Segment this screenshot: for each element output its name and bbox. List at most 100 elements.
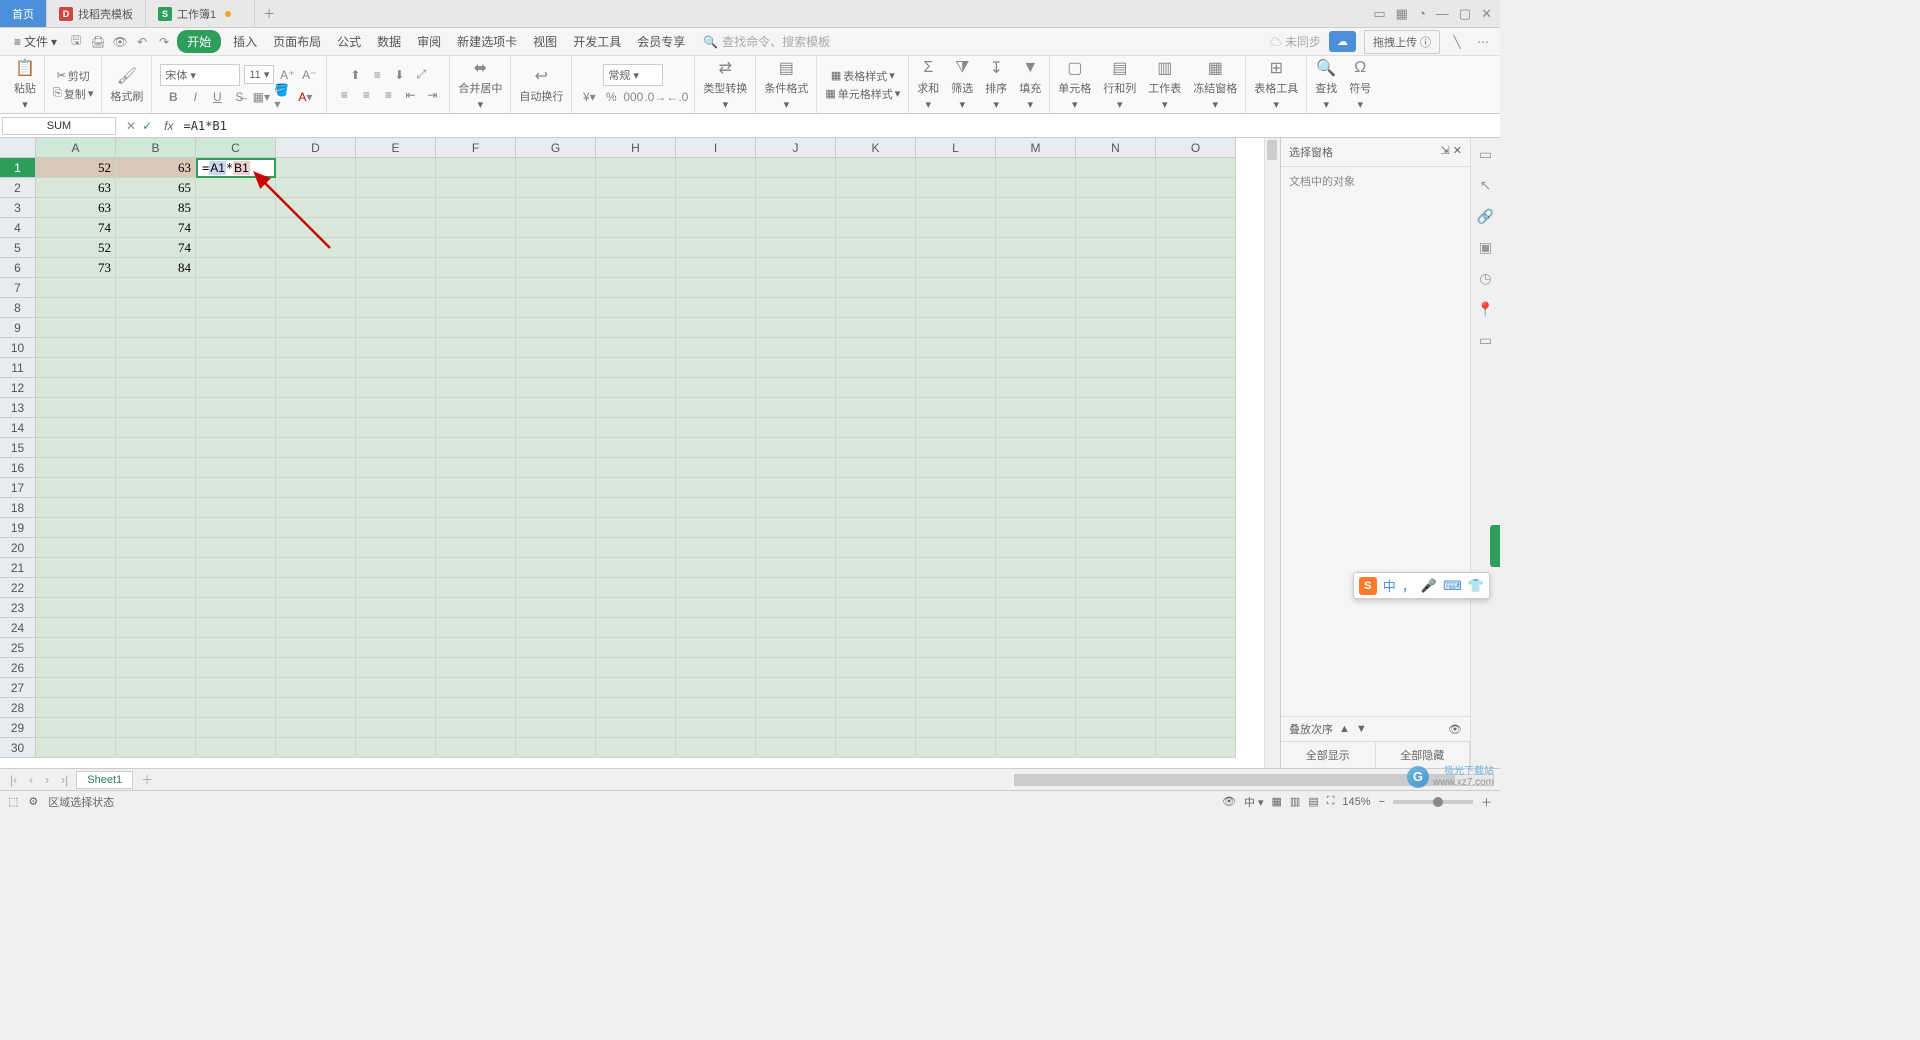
cell[interactable] — [356, 678, 436, 698]
shrink-font-icon[interactable]: A⁻ — [300, 66, 318, 84]
cell[interactable] — [436, 598, 516, 618]
cell[interactable] — [756, 178, 836, 198]
orient-icon[interactable]: ⤢ — [412, 66, 430, 84]
cell[interactable] — [36, 658, 116, 678]
cell[interactable] — [1076, 358, 1156, 378]
cell[interactable] — [36, 698, 116, 718]
preview-icon[interactable]: 👁 — [111, 33, 129, 51]
cell[interactable] — [196, 698, 276, 718]
currency-icon[interactable]: ¥▾ — [580, 88, 598, 106]
cell[interactable] — [1156, 618, 1236, 638]
cell[interactable] — [996, 258, 1076, 278]
upload-button[interactable]: 拖拽上传 ⓘ — [1364, 30, 1440, 54]
cell[interactable] — [596, 438, 676, 458]
cell[interactable] — [116, 718, 196, 738]
move-down-icon[interactable]: ▼ — [1356, 723, 1367, 735]
cell[interactable] — [516, 618, 596, 638]
cell[interactable] — [1156, 598, 1236, 618]
cell[interactable]: 63 — [36, 178, 116, 198]
cell[interactable] — [36, 558, 116, 578]
cell[interactable] — [516, 538, 596, 558]
cell[interactable] — [196, 398, 276, 418]
cell[interactable] — [596, 158, 676, 178]
cell[interactable] — [436, 738, 516, 758]
cell[interactable] — [676, 538, 756, 558]
row-header[interactable]: 22 — [0, 578, 36, 598]
cell[interactable] — [36, 478, 116, 498]
cell[interactable] — [356, 718, 436, 738]
menu-layout[interactable]: 页面布局 — [273, 33, 321, 50]
cell[interactable] — [756, 458, 836, 478]
row-header[interactable]: 19 — [0, 518, 36, 538]
cell[interactable] — [756, 378, 836, 398]
cell[interactable] — [516, 338, 596, 358]
cell[interactable] — [276, 658, 356, 678]
cell[interactable] — [276, 458, 356, 478]
cell[interactable] — [916, 738, 996, 758]
cell[interactable] — [676, 738, 756, 758]
cell[interactable] — [276, 258, 356, 278]
cell[interactable] — [836, 378, 916, 398]
rail-chain-icon[interactable]: 🔗 — [1477, 208, 1494, 225]
cell[interactable] — [996, 698, 1076, 718]
cell[interactable] — [756, 618, 836, 638]
cell[interactable] — [436, 298, 516, 318]
cell[interactable] — [916, 718, 996, 738]
cell[interactable] — [836, 338, 916, 358]
redo-icon[interactable]: ↷ — [155, 33, 173, 51]
cell[interactable] — [436, 618, 516, 638]
cell[interactable] — [676, 678, 756, 698]
col-header[interactable]: D — [276, 138, 356, 158]
cell[interactable] — [276, 298, 356, 318]
menu-start[interactable]: 开始 — [177, 30, 221, 53]
cell[interactable] — [36, 678, 116, 698]
cell[interactable] — [916, 378, 996, 398]
cell[interactable] — [196, 418, 276, 438]
cell[interactable] — [116, 358, 196, 378]
cell[interactable] — [1156, 718, 1236, 738]
cell[interactable] — [996, 558, 1076, 578]
cell[interactable] — [1076, 198, 1156, 218]
cell[interactable] — [436, 158, 516, 178]
cell[interactable] — [996, 378, 1076, 398]
row-header[interactable]: 16 — [0, 458, 36, 478]
cell[interactable] — [756, 478, 836, 498]
cell[interactable] — [436, 638, 516, 658]
cell[interactable] — [356, 298, 436, 318]
cell[interactable] — [596, 598, 676, 618]
cell[interactable] — [36, 618, 116, 638]
cell[interactable]: 73 — [36, 258, 116, 278]
cell[interactable] — [356, 578, 436, 598]
cell[interactable] — [996, 658, 1076, 678]
cell[interactable] — [836, 458, 916, 478]
cell[interactable] — [276, 418, 356, 438]
cell[interactable] — [516, 318, 596, 338]
maximize-icon[interactable]: ▢ — [1459, 6, 1471, 22]
cell[interactable] — [196, 738, 276, 758]
cell[interactable] — [916, 218, 996, 238]
pin-icon[interactable]: ⇲ — [1441, 145, 1450, 157]
cell[interactable] — [1076, 258, 1156, 278]
cell[interactable] — [756, 538, 836, 558]
cell[interactable] — [276, 378, 356, 398]
cell[interactable] — [756, 558, 836, 578]
number-format-select[interactable]: 常规 ▾ — [603, 64, 663, 86]
cell[interactable] — [516, 158, 596, 178]
cell[interactable] — [596, 238, 676, 258]
cell[interactable] — [1156, 658, 1236, 678]
col-header[interactable]: A — [36, 138, 116, 158]
cell[interactable] — [1156, 438, 1236, 458]
cell[interactable] — [436, 378, 516, 398]
cell[interactable] — [356, 358, 436, 378]
cell[interactable] — [596, 178, 676, 198]
cell[interactable] — [756, 218, 836, 238]
cell[interactable] — [36, 518, 116, 538]
cell[interactable] — [516, 718, 596, 738]
cell[interactable] — [276, 538, 356, 558]
cell[interactable] — [676, 438, 756, 458]
zoom-value[interactable]: 145% — [1342, 796, 1370, 808]
cell[interactable] — [196, 458, 276, 478]
cell[interactable] — [436, 318, 516, 338]
cell[interactable] — [516, 578, 596, 598]
formula-input[interactable] — [177, 117, 1500, 135]
